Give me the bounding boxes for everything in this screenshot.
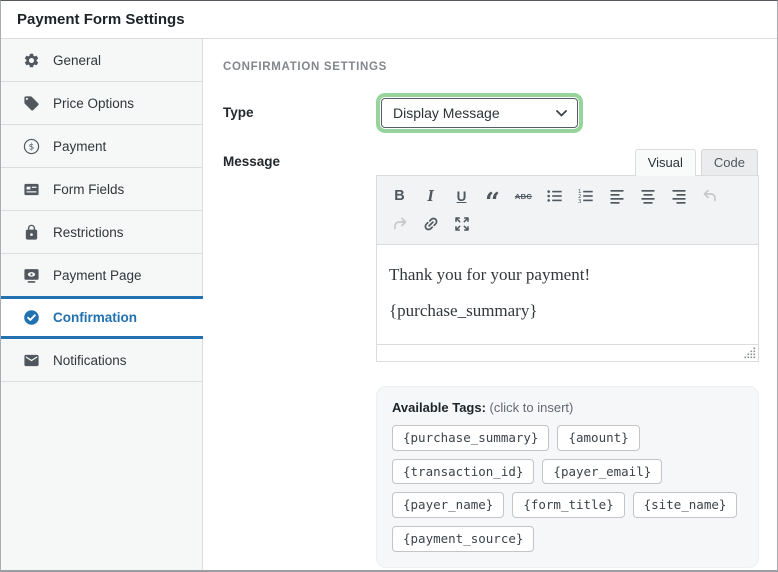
redo-button[interactable] [385, 210, 414, 238]
align-center-button[interactable] [633, 182, 662, 210]
editor-toolbar: B I U “ ABC 123 [377, 176, 758, 245]
chevron-down-icon [556, 109, 567, 116]
fullscreen-icon [454, 217, 469, 231]
blockquote-button[interactable]: “ [478, 182, 507, 216]
tag-transaction-id[interactable]: {transaction_id} [392, 458, 535, 485]
link-icon [424, 217, 437, 231]
available-tags-panel: Available Tags: (click to insert) {purch… [376, 386, 759, 568]
numbered-list-icon: 123 [578, 189, 593, 205]
bullet-list-icon [546, 190, 562, 202]
sidebar-item-label: Restrictions [53, 224, 124, 240]
numbered-list-button[interactable]: 123 [571, 182, 600, 210]
tags-list: {purchase_summary} {amount} {transaction… [392, 425, 743, 552]
sidebar-item-payment[interactable]: $ Payment [1, 125, 202, 168]
sidebar-item-label: General [53, 52, 102, 68]
editor-tabs: Visual Code [376, 147, 759, 176]
tag-payment-source[interactable]: {payment_source} [392, 525, 535, 552]
tag-payer-email[interactable]: {payer_email} [542, 458, 663, 485]
sidebar-item-notifications[interactable]: Notifications [1, 339, 202, 382]
redo-icon [393, 217, 406, 230]
lock-icon [23, 224, 40, 241]
bold-button[interactable]: B [385, 182, 414, 210]
link-button[interactable] [416, 210, 445, 238]
align-right-icon [672, 190, 685, 204]
undo-button[interactable] [695, 182, 724, 210]
type-select-value: Display Message [393, 105, 500, 121]
sidebar-item-confirmation[interactable]: Confirmation [1, 296, 203, 339]
sidebar-item-label: Payment [53, 138, 107, 154]
tag-payer-name[interactable]: {payer_name} [392, 492, 505, 518]
dollar-circle-icon: $ [23, 138, 40, 155]
resize-grip-icon[interactable] [744, 347, 756, 359]
sidebar-item-label: Price Options [53, 95, 135, 111]
align-center-icon [641, 190, 654, 204]
sidebar-item-form-fields[interactable]: Form Fields [1, 168, 202, 211]
tag-site-name[interactable]: {site_name} [632, 492, 738, 518]
tab-code[interactable]: Code [700, 149, 758, 176]
fullscreen-button[interactable] [447, 210, 476, 238]
tag-form-title[interactable]: {form_title} [512, 492, 625, 518]
type-label: Type [223, 105, 254, 120]
svg-text:3: 3 [578, 199, 581, 205]
message-editor-column: Visual Code B I U “ ABC 1 2 3 Thank you … [376, 147, 759, 568]
sidebar-item-label: Confirmation [53, 310, 137, 325]
align-right-button[interactable] [664, 182, 693, 210]
underline-button[interactable]: U [447, 182, 476, 210]
sidebar-item-label: Notifications [53, 352, 127, 368]
type-select-focus-ring: Display Message [376, 93, 583, 133]
available-tags-header: Available Tags: (click to insert) [392, 400, 743, 415]
type-row: Type Display Message [223, 93, 759, 133]
tag-amount[interactable]: {amount} [557, 425, 640, 451]
tab-visual[interactable]: Visual [634, 149, 696, 176]
type-select[interactable]: Display Message [381, 98, 578, 128]
message-row: Message Visual Code B I U “ ABC 1 2 3 Th… [223, 147, 759, 568]
dialog-body: General Price Options $ Payment Form Fie… [1, 39, 777, 570]
check-circle-icon [23, 309, 40, 326]
svg-text:$: $ [29, 142, 35, 152]
dialog-title: Payment Form Settings [1, 1, 777, 39]
payment-form-settings-dialog: Payment Form Settings General Price Opti… [0, 0, 778, 572]
align-left-button[interactable] [602, 182, 631, 210]
section-heading: CONFIRMATION SETTINGS [223, 61, 387, 73]
form-fields-icon [23, 181, 40, 198]
italic-button[interactable]: I [416, 182, 445, 210]
rich-text-editor: B I U “ ABC 123 Thank you for your payme… [376, 175, 759, 362]
strikethrough-button[interactable]: ABC [509, 182, 538, 210]
sidebar-item-general[interactable]: General [1, 39, 202, 82]
sidebar-item-price-options[interactable]: Price Options [1, 82, 202, 125]
editor-statusbar [377, 344, 758, 361]
message-paragraph: {purchase_summary} [389, 301, 538, 320]
message-content-area[interactable]: Thank you for your payment! {purchase_su… [377, 245, 758, 344]
available-tags-label: Available Tags: [392, 400, 486, 415]
settings-main-panel: CONFIRMATION SETTINGS Type Display Messa… [203, 39, 777, 570]
tag-purchase-summary[interactable]: {purchase_summary} [392, 425, 550, 451]
available-tags-hint: (click to insert) [489, 400, 574, 415]
bullet-list-button[interactable] [540, 182, 569, 210]
align-left-icon [610, 190, 623, 204]
message-label: Message [223, 154, 281, 169]
payment-page-icon [23, 267, 40, 284]
message-paragraph: Thank you for your payment! [389, 265, 591, 284]
sidebar-item-restrictions[interactable]: Restrictions [1, 211, 202, 254]
sidebar-item-payment-page[interactable]: Payment Page [1, 254, 202, 297]
envelope-icon [23, 352, 40, 369]
undo-icon [703, 189, 716, 202]
settings-sidebar: General Price Options $ Payment Form Fie… [1, 39, 203, 570]
sidebar-item-label: Payment Page [53, 267, 142, 283]
tag-icon [23, 95, 40, 112]
gear-icon [23, 52, 40, 69]
sidebar-item-label: Form Fields [53, 181, 125, 197]
